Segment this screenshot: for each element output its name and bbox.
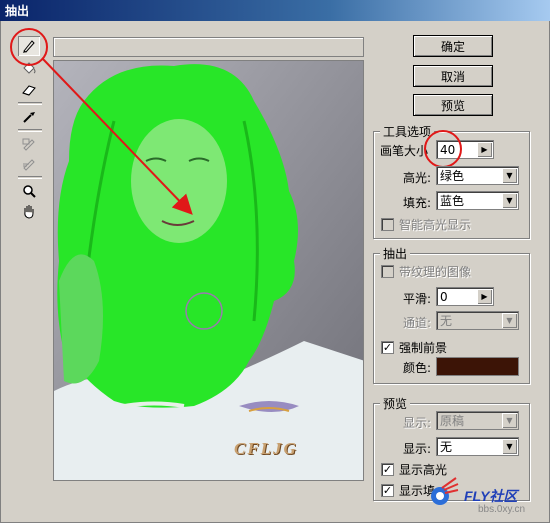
brush-size-arrow-icon[interactable]: ▶ (477, 142, 492, 157)
chevron-down-icon[interactable]: ▼ (502, 413, 517, 428)
force-foreground-label: 强制前景 (399, 341, 448, 355)
preview-canvas[interactable]: CFLJG (53, 60, 364, 481)
site-logo-icon (431, 477, 459, 505)
chevron-down-icon[interactable]: ▼ (502, 439, 517, 454)
textured-image-checkbox[interactable] (381, 265, 394, 278)
eyedropper-icon[interactable] (18, 107, 40, 127)
show-value: 原稿 (440, 414, 465, 428)
chevron-down-icon[interactable]: ▼ (502, 313, 517, 328)
fill-select[interactable]: 蓝色 ▼ (436, 191, 519, 210)
show-label: 显示: (403, 416, 432, 430)
channel-label: 通道: (403, 316, 432, 330)
show-highlight-checkbox[interactable]: ✓ (381, 463, 394, 476)
tool-separator (18, 129, 42, 132)
textured-image-label: 带纹理的图像 (399, 265, 472, 279)
ok-button[interactable]: 确定 (413, 35, 493, 57)
watermark-site-url: bbs.0xy.cn (478, 504, 526, 515)
brush-size-label: 画笔大小 (380, 144, 429, 158)
preview-button[interactable]: 预览 (413, 94, 493, 116)
highlight-label: 高光: (403, 171, 432, 185)
eraser-icon[interactable] (18, 80, 40, 100)
smooth-value: 0 (440, 289, 448, 304)
highlight-value: 绿色 (440, 169, 465, 183)
hand-icon[interactable] (18, 201, 40, 221)
highlight-select[interactable]: 绿色 ▼ (436, 166, 519, 185)
fill-value: 蓝色 (440, 194, 465, 208)
smart-highlight-checkbox[interactable] (381, 218, 394, 231)
display-label: 显示: (403, 442, 432, 456)
show-select[interactable]: 原稿 ▼ (436, 411, 519, 430)
fill-label: 填充: (403, 196, 432, 210)
display-value: 无 (440, 440, 453, 454)
cancel-button[interactable]: 取消 (413, 65, 493, 87)
force-foreground-checkbox[interactable]: ✓ (381, 341, 394, 354)
color-label: 颜色: (403, 361, 432, 375)
file-info-bar (53, 37, 364, 57)
foreground-color-swatch[interactable] (436, 357, 519, 376)
window-title: 抽出 (5, 4, 30, 18)
preview-legend: 预览 (380, 395, 411, 412)
smooth-label: 平滑: (403, 292, 432, 306)
zoom-icon[interactable] (18, 181, 40, 201)
show-fill-checkbox[interactable]: ✓ (381, 484, 394, 497)
tool-separator (18, 102, 42, 105)
chevron-down-icon[interactable]: ▼ (502, 193, 517, 208)
watermark-site-name: FLY社区 (464, 488, 518, 504)
annotation-circle-brush (424, 130, 462, 168)
channel-select[interactable]: 无 ▼ (436, 311, 519, 330)
tool-separator (18, 176, 42, 179)
cleanup-icon[interactable] (18, 134, 40, 154)
display-select[interactable]: 无 ▼ (436, 437, 519, 456)
preview-image (54, 61, 363, 480)
edge-touchup-icon[interactable] (18, 154, 40, 174)
watermark-logo: CFLJG (234, 439, 298, 458)
smart-highlight-label: 智能高光显示 (399, 218, 472, 232)
title-bar (0, 0, 550, 21)
channel-value: 无 (440, 314, 453, 328)
smooth-input[interactable]: 0 ▶ (436, 287, 494, 306)
extraction-legend: 抽出 (380, 245, 411, 262)
chevron-down-icon[interactable]: ▼ (502, 168, 517, 183)
annotation-circle-tool (10, 28, 48, 66)
smooth-arrow-icon[interactable]: ▶ (477, 289, 492, 304)
